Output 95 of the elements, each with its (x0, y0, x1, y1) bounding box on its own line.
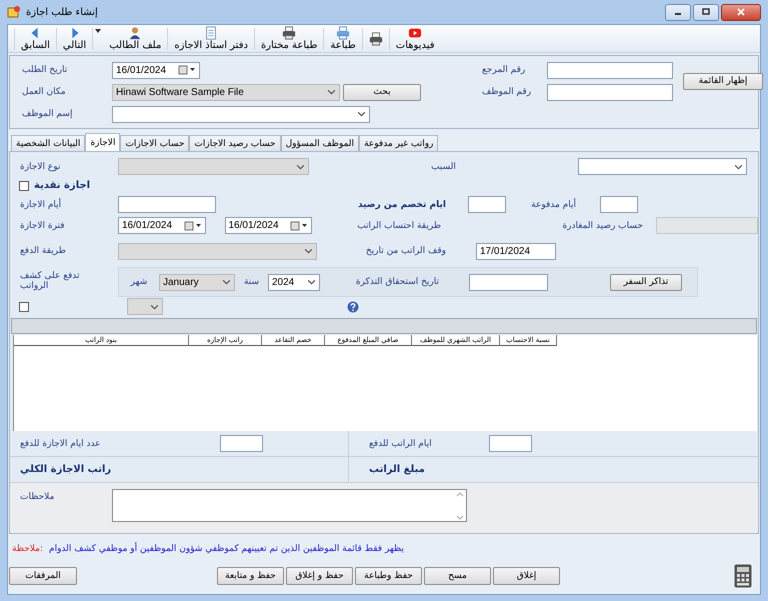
chevron-down-icon (296, 164, 305, 170)
show-list-button[interactable]: إظهار القائمة (683, 72, 763, 90)
checkbox-label: اجازة نقدية (34, 180, 90, 191)
chevron-down-icon (734, 164, 743, 170)
input-field[interactable] (469, 274, 548, 290)
toolbar-button[interactable]: السابق (15, 26, 56, 51)
attachments-button[interactable]: المرفقات (9, 567, 77, 585)
search-button[interactable]: بحث (343, 84, 421, 100)
scroll-arrows-icon (456, 490, 464, 520)
chevron-down-icon (307, 279, 316, 285)
window-title: إنشاء طلب اجازة (26, 6, 98, 18)
field-label: فترة الاجازة (19, 220, 66, 230)
field-label: وقف الراتب من تاريخ (364, 246, 447, 256)
note-label: ملاحظة: (12, 544, 44, 554)
toolbar-button[interactable]: التالي (56, 26, 92, 51)
action-button[interactable]: حفظ و متابعة (217, 567, 284, 585)
field-label: تاريخ استحقاق التذكرة (354, 277, 440, 287)
maximize-button[interactable] (693, 4, 719, 20)
input-field[interactable] (489, 435, 532, 452)
printer-icon (368, 32, 383, 46)
toolbar-button[interactable]: دفتر استاذ الاجازه (168, 26, 254, 51)
checkbox[interactable] (19, 302, 29, 312)
dropdown[interactable] (127, 298, 163, 315)
action-button[interactable]: إغلاق (493, 567, 560, 585)
document-icon (204, 26, 218, 40)
action-button[interactable]: حفظ و إغلاق (286, 567, 353, 585)
tab[interactable]: البيانات الشخصية (11, 135, 86, 151)
close-button[interactable] (721, 4, 761, 20)
chevron-down-icon (327, 89, 336, 95)
chevron-down-icon (357, 111, 366, 117)
date-field[interactable]: 16/01/2024 (118, 217, 206, 234)
tab[interactable]: الاجازة (85, 133, 120, 151)
input-field[interactable] (118, 196, 216, 213)
chevron-down-icon (222, 279, 231, 285)
date-field[interactable]: 17/01/2024 (476, 242, 556, 260)
calculator-icon[interactable] (734, 564, 752, 588)
date-field[interactable]: 16/01/2024 (224, 217, 312, 234)
field-label: رقم المرجع (482, 65, 526, 75)
toolbar-button[interactable]: طباعة (324, 26, 362, 51)
total-leave-salary-label: راتب الاجازة الكلي (19, 464, 110, 475)
travel-tickets-button[interactable]: تذاكر السفر (610, 274, 682, 290)
employee-name-dropdown[interactable] (112, 106, 370, 122)
field-label: عدد ايام الاجازة للدفع (19, 438, 102, 448)
field-label: طريقة الدفع (19, 246, 67, 256)
calendar-icon (178, 65, 196, 75)
tab[interactable]: رواتب غير مدفوعة (359, 135, 438, 151)
input-field[interactable] (547, 84, 673, 100)
action-button[interactable]: حفظ وطباعة (355, 567, 422, 585)
field-label: طريقة احتساب الراتب (356, 220, 442, 230)
reason-dropdown[interactable] (578, 158, 747, 175)
field-label: رقم الموظف (482, 87, 532, 97)
field-label: سنة (242, 277, 260, 287)
maximize-icon (701, 8, 711, 16)
person-icon (128, 26, 142, 40)
caret-icon[interactable] (95, 29, 102, 33)
field-label: ايام الراتب للدفع (368, 438, 433, 448)
printer-icon (282, 26, 296, 40)
input-field[interactable] (468, 196, 506, 213)
field-label: أيام مدفوعة (530, 200, 577, 210)
chevron-down-icon (304, 248, 313, 254)
date-field[interactable]: 16/01/2024 (112, 62, 200, 78)
calendar-icon (184, 220, 202, 230)
notes-field[interactable] (112, 489, 467, 522)
year-dropdown[interactable]: 2024 (268, 274, 320, 290)
salary-amount-label: مبلغ الراتب (368, 464, 426, 475)
tab[interactable]: الموظف المسؤول (280, 135, 360, 151)
tab[interactable]: حساب رصيد الاجازات (189, 135, 281, 151)
app-icon (7, 5, 21, 19)
tab[interactable]: حساب الاجازات (120, 135, 190, 151)
input-field[interactable] (600, 196, 638, 213)
field-label: تدفع على كشف الرواتب (19, 272, 81, 292)
field-label: نوع الاجازة (19, 162, 62, 172)
input-field[interactable] (547, 62, 673, 78)
action-button[interactable]: مسح (424, 567, 491, 585)
checkbox[interactable] (19, 180, 29, 190)
field-label: حساب رصيد المغادرة (561, 220, 644, 230)
toolbar-button[interactable]: فيديوهات (390, 26, 441, 51)
calendar-icon (290, 220, 308, 230)
field-label: مكان العمل (21, 87, 67, 97)
video-play-icon (408, 26, 422, 40)
toolbar-button[interactable]: طباعة مختارة (254, 26, 324, 51)
help-icon[interactable] (347, 300, 359, 312)
field-label: السبب (430, 162, 457, 172)
chevron-down-icon (150, 304, 159, 310)
close-icon (736, 8, 746, 16)
note-text: يظهر فقط قائمة الموظفين الذين تم تعيينهم كموظفي شؤون الموظفين أو موظفي كشف الدوام (49, 544, 404, 554)
input-field[interactable] (220, 435, 263, 452)
field-label: إسم الموظف (21, 109, 74, 119)
field-label: تاريخ الطلب (21, 65, 68, 75)
toolbar-button[interactable]: ملف الطالب (103, 26, 168, 51)
field-label: ملاحظات (19, 491, 56, 502)
field-label: ايام تخصم من رصيد (356, 200, 447, 210)
field-label: أيام الاجازة (19, 200, 62, 210)
field-label: شهر (129, 277, 148, 287)
minimize-button[interactable] (665, 4, 691, 20)
